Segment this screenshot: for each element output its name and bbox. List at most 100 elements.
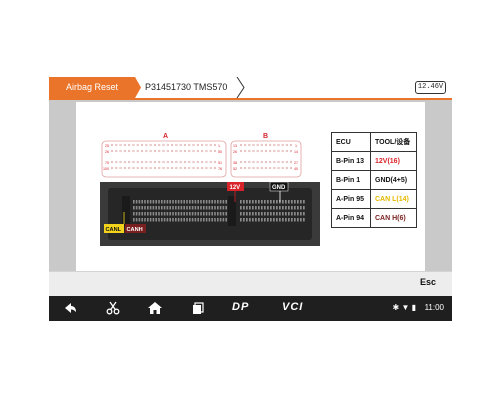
connector-b-pin: [248, 149, 251, 153]
photo-pin: [255, 212, 257, 216]
esc-button[interactable]: Esc: [420, 277, 436, 287]
photo-pin: [152, 218, 155, 222]
photo-pin: [191, 212, 194, 216]
connector-a-pin: [183, 160, 187, 164]
photo-pin: [211, 212, 213, 216]
vci-button[interactable]: VCI: [282, 301, 303, 313]
connector-a-pin: [205, 166, 208, 170]
photo-pin: [155, 218, 157, 222]
photo-pin: [252, 200, 254, 204]
photo-pin: [194, 218, 197, 222]
home-icon[interactable]: [147, 300, 163, 316]
photo-pin: [172, 218, 174, 222]
scissors-icon[interactable]: [105, 300, 121, 316]
photo-pin: [255, 200, 257, 204]
connector-a-pin: [192, 149, 195, 153]
photo-pin: [297, 218, 299, 222]
photo-pin: [273, 200, 275, 204]
connector-a-pin: [170, 166, 174, 170]
photo-pin: [141, 200, 143, 204]
photo-pin: [219, 212, 222, 216]
photo-pin: [203, 218, 205, 222]
connector-a-pin: [132, 143, 135, 147]
photo-pin: [300, 212, 302, 216]
connector-a-pin: [162, 160, 165, 164]
photo-pin: [175, 212, 177, 216]
photo-pin: [279, 206, 281, 210]
connector-b-pin: [260, 166, 263, 170]
photo-pin: [135, 212, 138, 216]
tab-airbag-reset[interactable]: Airbag Reset: [49, 77, 141, 98]
photo-pin: [300, 218, 302, 222]
photo-pin: [294, 218, 296, 222]
connector-b-pin: [289, 166, 293, 170]
photo-pin: [194, 206, 197, 210]
connector-a-pin: [209, 160, 212, 164]
connector-a-pin: [196, 166, 199, 170]
photo-pin: [158, 218, 160, 222]
photo-pin: [270, 200, 272, 204]
connector-a-pin: [123, 149, 126, 153]
photo-pin: [152, 206, 155, 210]
photo-pin: [294, 200, 296, 204]
connector-a-pin: [123, 143, 126, 147]
photo-pin: [258, 206, 260, 210]
photo-pin: [225, 212, 227, 216]
photo-pin: [152, 212, 155, 216]
photo-pin: [147, 212, 149, 216]
dp-button[interactable]: DP: [232, 301, 249, 313]
connector-a-pin: [162, 166, 165, 170]
connector-b-pin: [260, 143, 263, 147]
photo-pin: [147, 206, 149, 210]
photo-pin: [222, 206, 225, 210]
connector-a-pin: [136, 160, 139, 164]
photo-pin: [261, 218, 263, 222]
photo-pin: [189, 200, 191, 204]
connector-b-pin: [264, 149, 268, 153]
connector-a-pin: [153, 143, 157, 147]
photo-pin: [169, 212, 171, 216]
photo-pin: [200, 200, 202, 204]
photo-pin: [172, 200, 174, 204]
connector-a-pin: [201, 149, 204, 153]
connector-a-pin: [213, 143, 217, 147]
photo-pin: [208, 212, 211, 216]
system-nav-bar: DP VCI ✱ ▼ ▮ 11:00: [49, 296, 452, 321]
tag-gnd: GND: [272, 185, 286, 191]
connector-a-pin: [128, 143, 131, 147]
photo-pin: [175, 200, 177, 204]
photo-pin: [214, 212, 216, 216]
connector-a-pin: [123, 160, 126, 164]
photo-pin: [144, 200, 146, 204]
a-row3-right: 51: [218, 161, 222, 165]
photo-pin: [288, 218, 290, 222]
connector-a-pin: [162, 143, 165, 147]
photo-pin: [243, 206, 245, 210]
status-icons: ✱ ▼ ▮: [392, 303, 416, 312]
tag-canh: CANH: [127, 227, 143, 233]
table-cell-ecu: B-Pin 1: [331, 170, 371, 190]
connector-b-label: B: [263, 133, 268, 140]
table-row: A-Pin 94 CAN H(6): [331, 208, 417, 228]
connector-b-pin: [248, 166, 251, 170]
connector-a-pin: [158, 160, 161, 164]
breadcrumb-ecu[interactable]: P31451730 TMS570: [133, 77, 245, 98]
photo-pin: [189, 212, 191, 216]
table-cell-tool: 12V(16): [370, 151, 417, 171]
photo-pin: [264, 200, 266, 204]
content-panel: A B 25 1 26 50 75 51 100 76 13 1 26 14 3…: [76, 102, 425, 272]
photo-pin: [222, 212, 225, 216]
photo-pin: [166, 218, 169, 222]
connector-a-pin: [136, 166, 139, 170]
photo-pin: [243, 200, 245, 204]
recent-apps-icon[interactable]: [190, 300, 206, 316]
back-icon[interactable]: [62, 300, 78, 316]
connector-b-pin: [252, 143, 255, 147]
connector-b-frame: [230, 140, 302, 178]
photo-pin: [175, 218, 177, 222]
connector-a-pin: [175, 143, 178, 147]
photo-pin: [225, 200, 227, 204]
connector-a-pin: [145, 160, 148, 164]
photo-pin: [270, 212, 272, 216]
photo-pin: [200, 218, 202, 222]
